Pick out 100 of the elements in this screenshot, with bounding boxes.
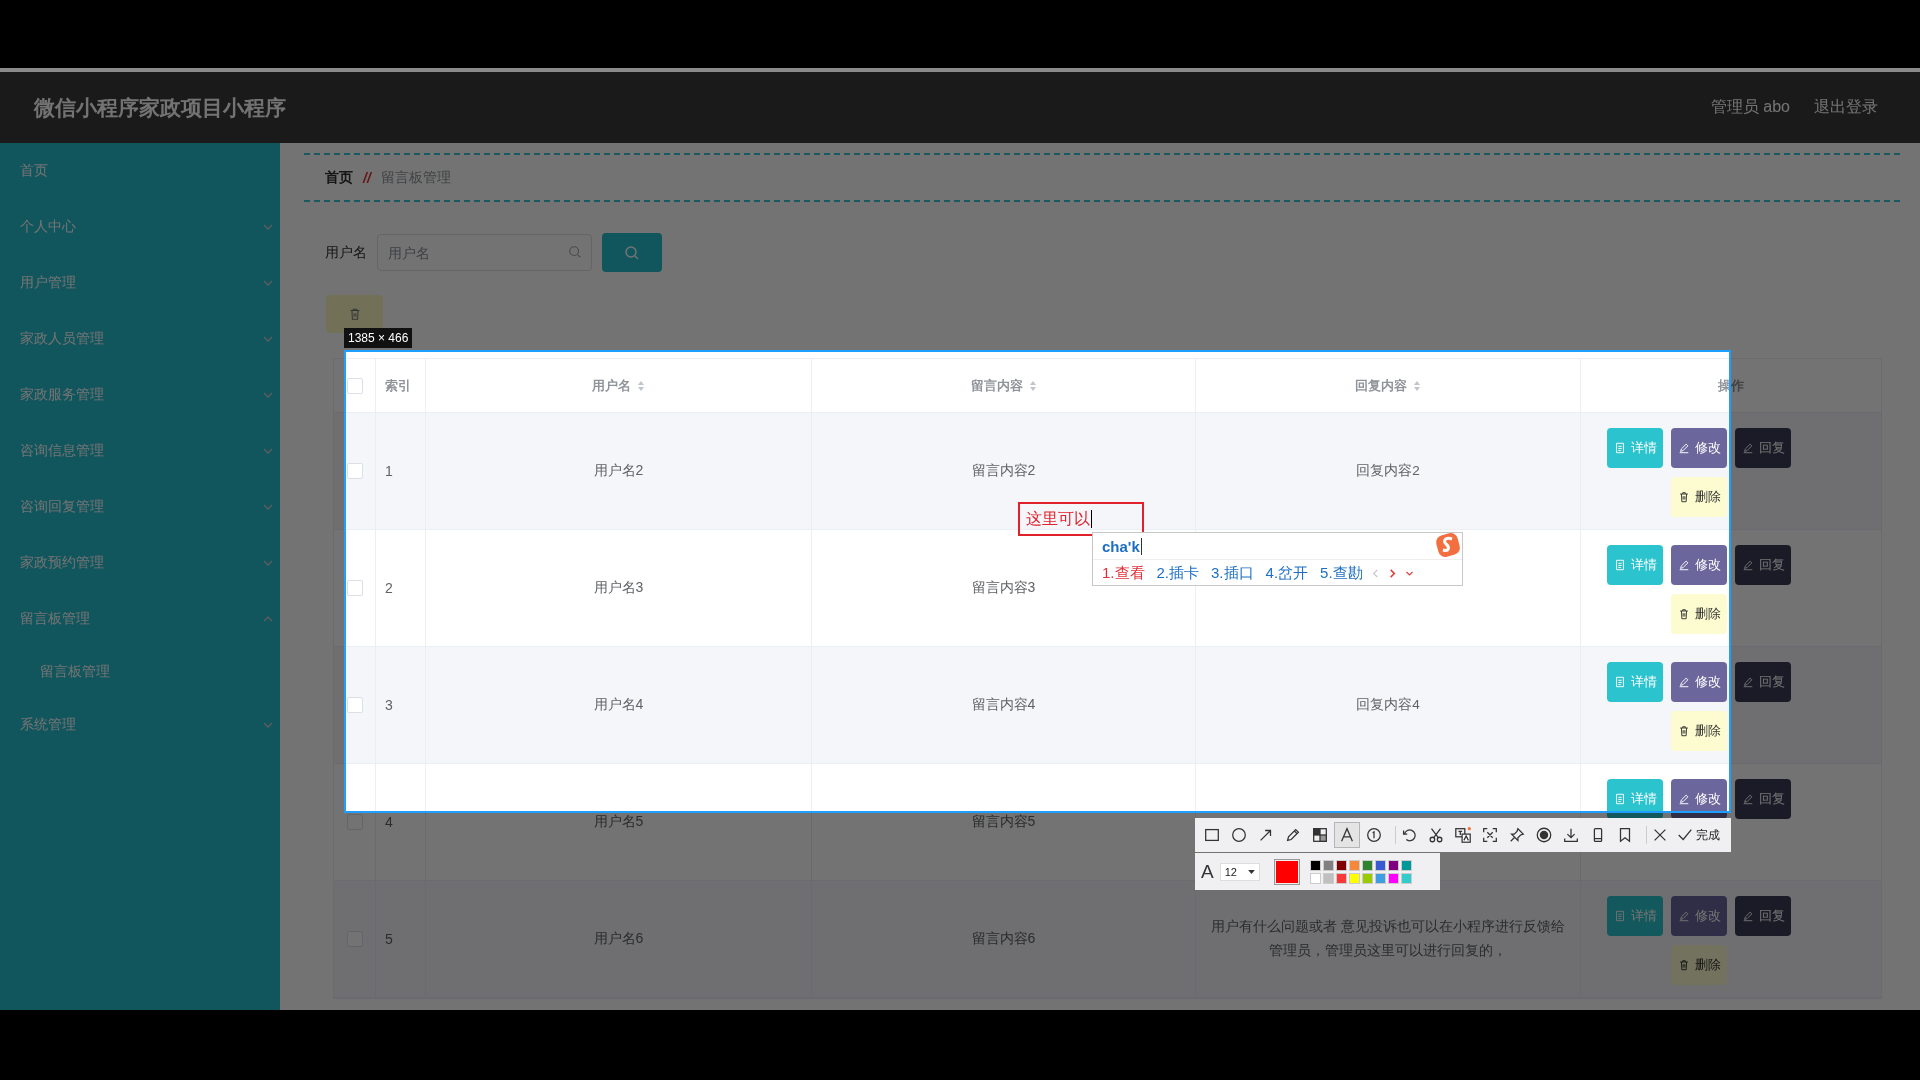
bulk-delete-button[interactable] xyxy=(326,295,383,333)
detail-button[interactable]: 详情 xyxy=(1607,428,1663,468)
select-all-checkbox[interactable] xyxy=(346,377,363,394)
edit-button[interactable]: 修改 xyxy=(1671,428,1727,468)
table-cell-text: 用户有什么问题或者 意见投诉也可以在小程序进行反馈给管理员，管理员这里可以进行回复的， xyxy=(1210,918,1566,960)
detail-button[interactable]: 详情 xyxy=(1607,545,1663,585)
palette-color[interactable] xyxy=(1322,872,1334,884)
palette-color[interactable] xyxy=(1335,872,1347,884)
undo-icon xyxy=(1400,826,1418,844)
edit-button[interactable]: 修改 xyxy=(1671,662,1727,702)
detail-button[interactable]: 详情 xyxy=(1607,779,1663,819)
number-icon xyxy=(1365,826,1383,844)
trash-icon xyxy=(1677,491,1690,503)
palette-color[interactable] xyxy=(1361,872,1373,884)
text-icon xyxy=(1338,826,1356,844)
pencil-icon xyxy=(1741,910,1754,922)
pencil-icon xyxy=(1741,559,1754,571)
pencil-icon xyxy=(1741,442,1754,454)
edit-button[interactable]: 修改 xyxy=(1671,545,1727,585)
pin-icon xyxy=(1508,826,1526,844)
pencil-icon xyxy=(1284,826,1302,844)
ime-candidate[interactable]: 3.插口 xyxy=(1211,563,1254,583)
search-icon xyxy=(568,245,582,259)
table-cell: 5 xyxy=(385,931,393,947)
text-tool[interactable] xyxy=(1334,822,1360,848)
reply-button[interactable]: 回复 xyxy=(1735,662,1791,702)
row-checkbox[interactable] xyxy=(346,463,363,479)
reply-button[interactable]: 回复 xyxy=(1735,428,1791,468)
pencil-icon xyxy=(1741,676,1754,688)
current-color-swatch[interactable] xyxy=(1275,860,1298,883)
reply-button[interactable]: 回复 xyxy=(1735,896,1791,936)
table-cell: 用户名3 xyxy=(593,579,644,597)
table-cell: 留言内容2 xyxy=(971,462,1036,480)
delete-button[interactable]: 删除 xyxy=(1671,711,1727,751)
caret-icon xyxy=(1247,869,1255,874)
breadcrumb-separator: // xyxy=(363,169,371,186)
palette-color[interactable] xyxy=(1400,859,1412,871)
palette-color[interactable] xyxy=(1400,872,1412,884)
capture-selection[interactable] xyxy=(344,350,1731,813)
edit-button[interactable]: 修改 xyxy=(1671,779,1727,819)
delete-button[interactable]: 删除 xyxy=(1671,945,1727,985)
column-header: 留言内容 xyxy=(970,376,1023,395)
table-cell: 4 xyxy=(385,814,393,830)
palette-color[interactable] xyxy=(1309,872,1321,884)
palette-color[interactable] xyxy=(1348,859,1360,871)
delete-button[interactable]: 删除 xyxy=(1671,477,1727,517)
palette-color[interactable] xyxy=(1361,859,1373,871)
palette-color[interactable] xyxy=(1348,872,1360,884)
document-icon xyxy=(1613,559,1626,571)
table-cell: 1 xyxy=(385,463,393,479)
document-icon xyxy=(1613,442,1626,454)
table-cell: 留言内容5 xyxy=(971,813,1036,831)
palette-color[interactable] xyxy=(1374,859,1386,871)
mosaic-icon xyxy=(1311,826,1329,844)
done-button[interactable]: 完成 xyxy=(1674,826,1722,844)
reply-button[interactable]: 回复 xyxy=(1735,779,1791,819)
trash-icon xyxy=(1677,959,1690,971)
scissors-icon xyxy=(1427,826,1445,844)
pencil-icon xyxy=(1677,442,1690,454)
table-cell-text: 回复内容4 xyxy=(1355,696,1421,714)
next-page-icon[interactable] xyxy=(1387,567,1397,579)
reply-button[interactable]: 回复 xyxy=(1735,545,1791,585)
translate-icon xyxy=(1454,826,1472,844)
circle-icon xyxy=(1230,826,1248,844)
detail-button[interactable]: 详情 xyxy=(1607,662,1663,702)
selection-size-label: 1385 × 466 xyxy=(344,328,413,348)
pencil-icon xyxy=(1741,793,1754,805)
ime-candidate[interactable]: 5.查勘 xyxy=(1320,563,1363,583)
palette-color[interactable] xyxy=(1374,872,1386,884)
edit-button[interactable]: 修改 xyxy=(1671,896,1727,936)
admin-name: 管理员 abo xyxy=(1710,97,1790,117)
document-icon xyxy=(1613,910,1626,922)
logout-link[interactable]: 退出登录 xyxy=(1814,97,1878,118)
ime-candidate[interactable]: 4.岔开 xyxy=(1265,563,1309,583)
trash-icon xyxy=(1677,725,1690,737)
table-cell-text: 回复内容2 xyxy=(1355,462,1421,480)
table-cell: 留言内容6 xyxy=(971,930,1036,948)
palette-color[interactable] xyxy=(1335,859,1347,871)
pencil-icon xyxy=(1677,676,1690,688)
font-size-select[interactable]: 12 xyxy=(1219,862,1260,881)
pencil-icon xyxy=(1677,910,1690,922)
delete-button[interactable]: 删除 xyxy=(1671,594,1727,634)
row-checkbox[interactable] xyxy=(346,580,363,596)
palette-color[interactable] xyxy=(1387,872,1399,884)
palette-color[interactable] xyxy=(1309,859,1321,871)
palette-color[interactable] xyxy=(1322,859,1334,871)
document-icon xyxy=(1613,793,1626,805)
table-cell: 留言内容3 xyxy=(971,579,1036,597)
pencil-icon xyxy=(1677,793,1690,805)
column-header: 用户名 xyxy=(592,376,631,395)
palette-color[interactable] xyxy=(1387,859,1399,871)
document-icon xyxy=(1613,676,1626,688)
breadcrumb-home[interactable]: 首页 xyxy=(325,168,353,187)
app-title: 微信小程序家政项目小程序 xyxy=(34,94,287,121)
font-size-label: A xyxy=(1201,860,1214,883)
ime-candidate[interactable]: 1.查看 xyxy=(1102,563,1145,583)
table-cell: 3 xyxy=(385,697,393,713)
ime-candidate[interactable]: 2.插卡 xyxy=(1156,563,1200,583)
row-checkbox[interactable] xyxy=(346,814,363,830)
row-checkbox[interactable] xyxy=(346,697,363,713)
